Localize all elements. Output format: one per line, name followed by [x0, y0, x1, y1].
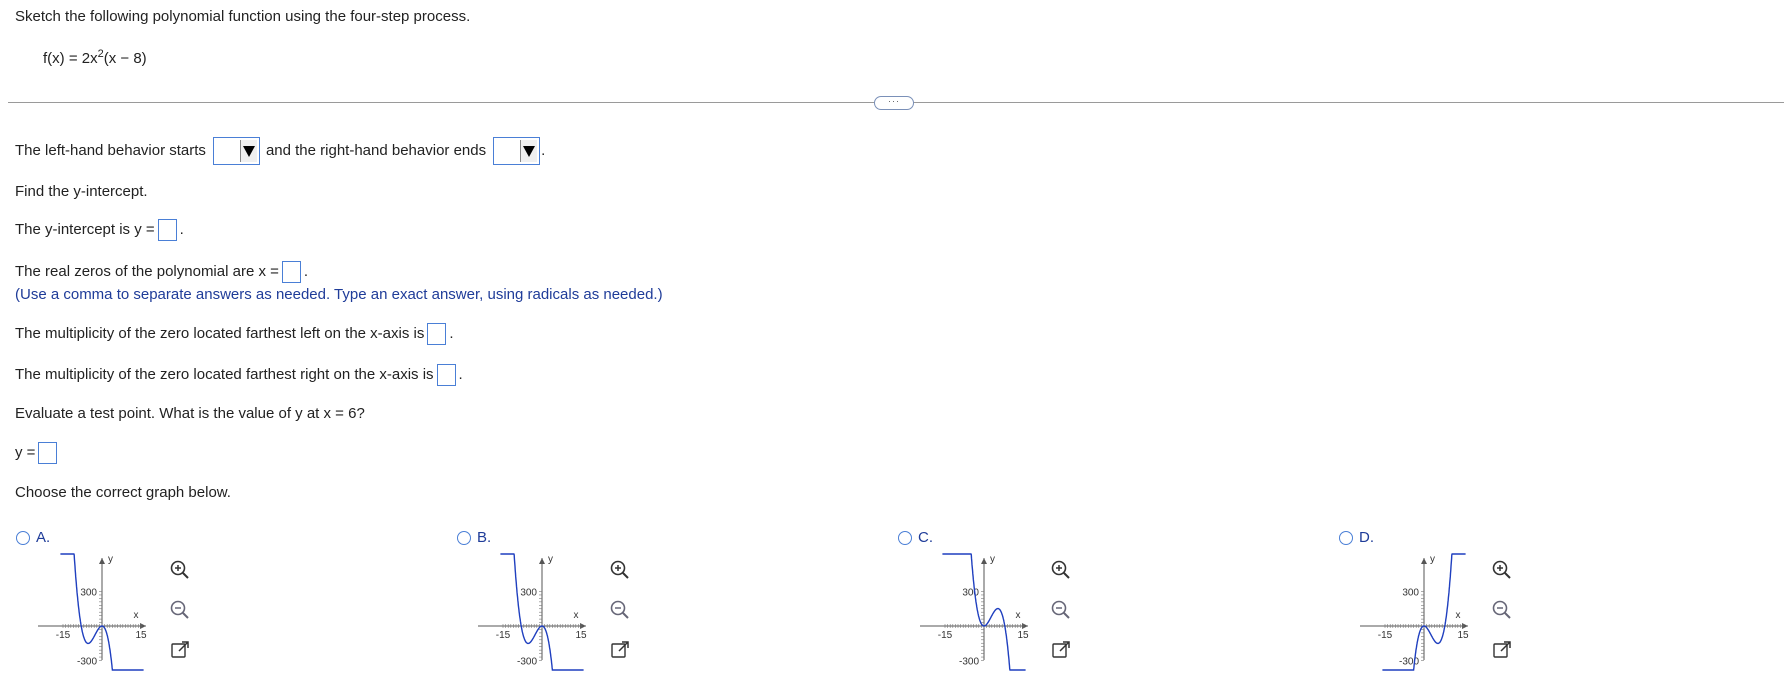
y-intercept-input[interactable] — [157, 219, 177, 241]
x-min-label: -15 — [1378, 630, 1393, 641]
y-axis-label: y — [1430, 554, 1435, 565]
option-a-label: A. — [36, 529, 51, 546]
graph-plot: y x 300 -300 -15 15 — [478, 553, 587, 671]
popout-icon[interactable] — [168, 638, 192, 662]
graph-c: y x 300 -300 -15 15 — [912, 552, 1032, 676]
function-expression: f(x) = 2x2(x − 8) — [43, 48, 147, 67]
zeros-line: The real zeros of the polynomial are x =… — [15, 261, 309, 283]
y-max-label: 300 — [520, 588, 537, 599]
zoom-out-icon[interactable] — [168, 598, 192, 622]
zoom-in-icon[interactable] — [608, 558, 632, 582]
zoom-out-icon[interactable] — [608, 598, 632, 622]
test-point-label: y = — [15, 444, 36, 461]
x-min-label: -15 — [56, 630, 71, 641]
zeros-label: The real zeros of the polynomial are x = — [15, 263, 279, 280]
zoom-out-icon[interactable] — [1049, 598, 1073, 622]
end-behavior-right-text: and the right-hand behavior ends — [265, 142, 487, 159]
zoom-out-icon[interactable] — [1490, 598, 1514, 622]
mult-left-line: The multiplicity of the zero located far… — [15, 323, 454, 345]
y-axis-label: y — [548, 554, 553, 565]
y-min-label: -300 — [959, 657, 979, 668]
graph-plot: y x 300 -300 -15 15 — [38, 553, 147, 671]
graph-b: y x 300 -300 -15 15 — [470, 552, 590, 676]
zoom-in-icon[interactable] — [1490, 558, 1514, 582]
y-max-label: 300 — [80, 588, 97, 599]
more-button[interactable]: ··· — [874, 96, 914, 110]
graph-a: y x 300 -300 -15 15 — [30, 552, 150, 676]
zeros-note: (Use a comma to separate answers as need… — [15, 286, 663, 303]
x-min-label: -15 — [496, 630, 511, 641]
mult-left-input[interactable] — [427, 323, 447, 345]
mult-left-label: The multiplicity of the zero located far… — [15, 325, 425, 342]
mult-right-input[interactable] — [436, 364, 456, 386]
popout-icon[interactable] — [608, 638, 632, 662]
test-point-input[interactable] — [38, 442, 58, 464]
zoom-in-icon[interactable] — [168, 558, 192, 582]
y-intercept-label: The y-intercept is y = — [15, 221, 155, 238]
find-y-intercept-text: Find the y-intercept. — [15, 183, 148, 200]
zoom-in-icon[interactable] — [1049, 558, 1073, 582]
period-text: . — [179, 221, 184, 238]
mult-right-line: The multiplicity of the zero located far… — [15, 364, 463, 386]
graph-plot: y x 300 -300 -15 15 — [920, 553, 1029, 671]
x-min-label: -15 — [938, 630, 953, 641]
y-intercept-line: The y-intercept is y = . — [15, 219, 184, 241]
test-point-text: Evaluate a test point. What is the value… — [15, 405, 365, 422]
y-max-label: 300 — [962, 588, 979, 599]
end-behavior-left-text: The left-hand behavior starts — [15, 142, 206, 159]
zeros-input[interactable] — [281, 261, 301, 283]
choose-graph-text: Choose the correct graph below. — [15, 484, 231, 501]
y-min-label: -300 — [1399, 657, 1419, 668]
period-text: . — [303, 263, 309, 280]
radio-b[interactable] — [457, 530, 471, 545]
graph-d: y x 300 -300 -15 15 — [1352, 552, 1472, 676]
chevron-down-icon — [520, 140, 538, 162]
y-min-label: -300 — [517, 657, 537, 668]
y-axis-label: y — [108, 554, 113, 565]
option-a[interactable]: A. — [16, 529, 50, 546]
x-axis-label: x — [1016, 610, 1021, 621]
popout-icon[interactable] — [1049, 638, 1073, 662]
option-c[interactable]: C. — [898, 529, 933, 546]
radio-d[interactable] — [1339, 530, 1353, 545]
test-point-answer-line: y = — [15, 442, 60, 464]
mult-right-label: The multiplicity of the zero located far… — [15, 366, 434, 383]
x-axis-label: x — [134, 610, 139, 621]
period-text: . — [458, 366, 463, 383]
radio-c[interactable] — [898, 530, 912, 545]
option-d-label: D. — [1359, 529, 1374, 546]
period-text: . — [541, 142, 546, 159]
right-behavior-dropdown[interactable] — [493, 137, 541, 165]
y-max-label: 300 — [1402, 588, 1419, 599]
radio-a[interactable] — [16, 530, 30, 545]
left-behavior-dropdown[interactable] — [212, 137, 260, 165]
x-axis-label: x — [1456, 610, 1461, 621]
chevron-down-icon — [239, 140, 257, 162]
x-max-label: 15 — [1457, 630, 1469, 641]
option-c-label: C. — [918, 529, 933, 546]
end-behavior-line: The left-hand behavior starts and the ri… — [15, 137, 546, 165]
x-max-label: 15 — [135, 630, 147, 641]
option-b-label: B. — [477, 529, 492, 546]
y-min-label: -300 — [77, 657, 97, 668]
period-text: . — [449, 325, 454, 342]
y-axis-label: y — [990, 554, 995, 565]
x-max-label: 15 — [575, 630, 587, 641]
option-d[interactable]: D. — [1339, 529, 1374, 546]
popout-icon[interactable] — [1490, 638, 1514, 662]
x-max-label: 15 — [1017, 630, 1029, 641]
option-b[interactable]: B. — [457, 529, 491, 546]
x-axis-label: x — [574, 610, 579, 621]
graph-plot: y x 300 -300 -15 15 — [1360, 553, 1469, 671]
instruction-text: Sketch the following polynomial function… — [15, 8, 471, 25]
